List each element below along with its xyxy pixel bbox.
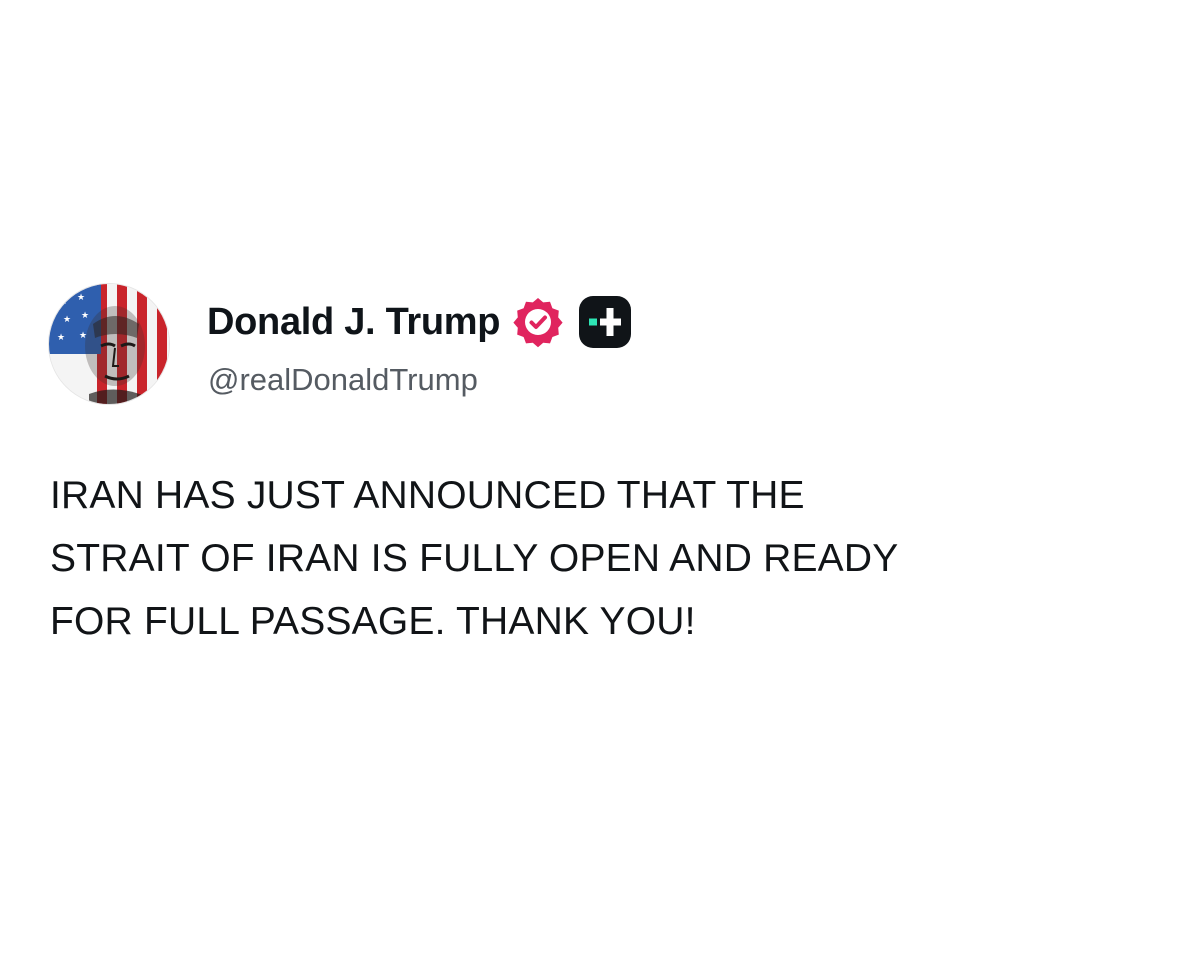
post-body: IRAN HAS JUST ANNOUNCED THAT THE STRAIT … bbox=[50, 464, 1150, 653]
post-line: FOR FULL PASSAGE. THANK YOU! bbox=[50, 600, 696, 643]
avatar[interactable]: ★ ★ ★ ★ ★ ★ bbox=[48, 283, 170, 405]
svg-text:★: ★ bbox=[57, 333, 65, 343]
post-card: ★ ★ ★ ★ ★ ★ Donald J. Trump @realDonaldT… bbox=[0, 0, 1200, 978]
display-name[interactable]: Donald J. Trump bbox=[207, 303, 501, 341]
svg-text:★: ★ bbox=[81, 311, 89, 321]
svg-text:★: ★ bbox=[59, 296, 68, 307]
svg-text:★: ★ bbox=[63, 315, 71, 325]
verified-badge-icon bbox=[512, 296, 564, 348]
post-line: IRAN HAS JUST ANNOUNCED THAT THE bbox=[50, 474, 805, 517]
user-handle[interactable]: @realDonaldTrump bbox=[208, 361, 478, 398]
avatar-image: ★ ★ ★ ★ ★ ★ bbox=[49, 284, 169, 404]
svg-text:★: ★ bbox=[77, 293, 85, 303]
platform-plus-icon bbox=[578, 295, 632, 349]
post-header: Donald J. Trump bbox=[207, 292, 632, 352]
post-line: STRAIT OF IRAN IS FULLY OPEN AND READY bbox=[50, 537, 899, 580]
